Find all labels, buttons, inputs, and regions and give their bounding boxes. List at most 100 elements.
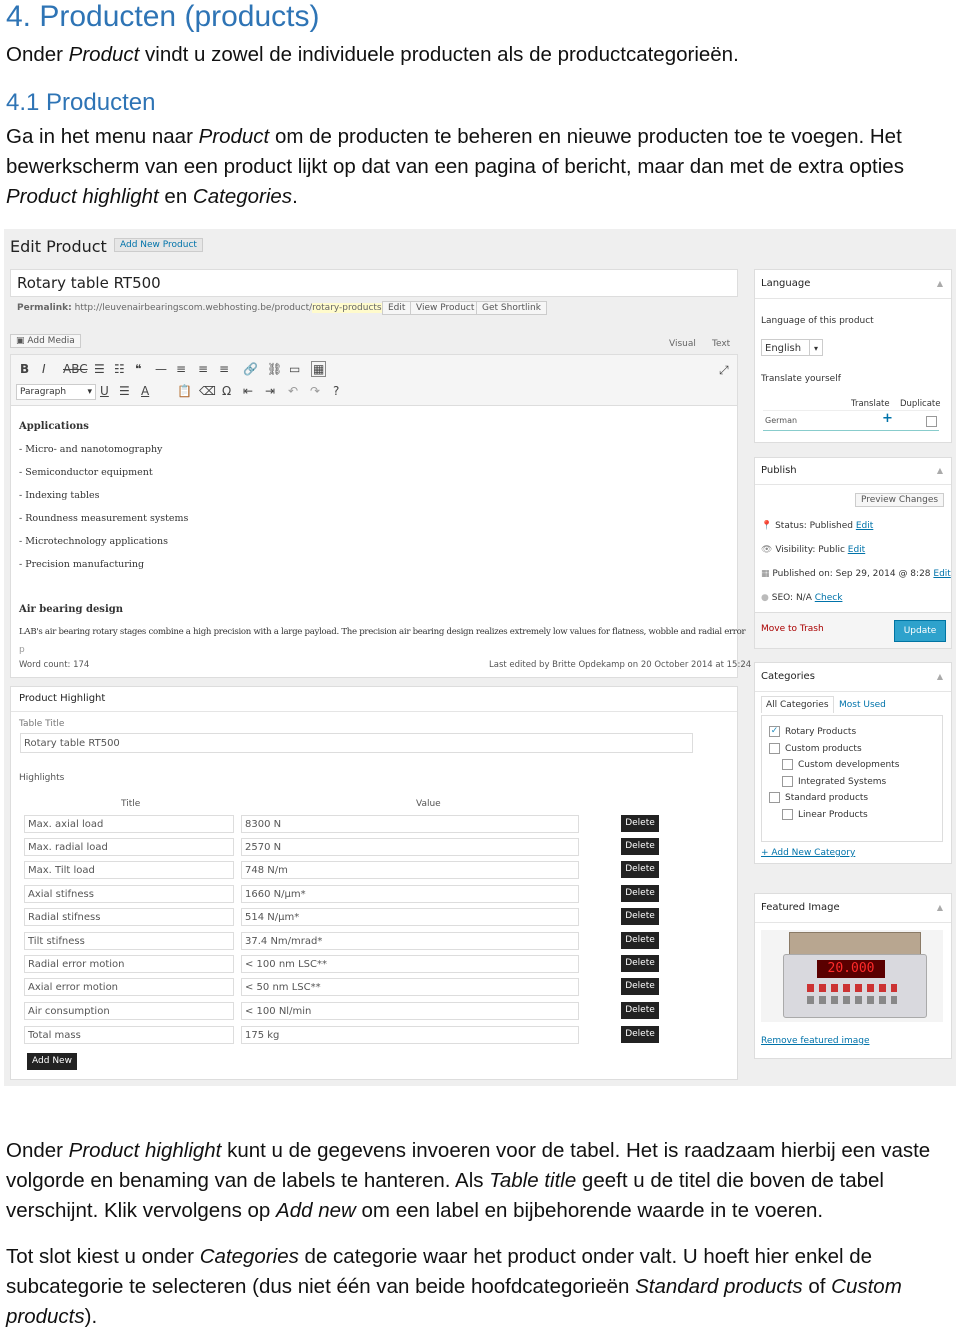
- highlight-value-input[interactable]: 8300 N: [241, 815, 579, 833]
- highlight-title-input[interactable]: Axial stifness: [24, 885, 234, 903]
- checkbox-icon[interactable]: [782, 776, 793, 787]
- undo-icon[interactable]: ↶: [288, 384, 298, 398]
- link-icon[interactable]: 🔗: [243, 362, 258, 376]
- highlight-value-input[interactable]: 2570 N: [241, 838, 579, 856]
- format-select[interactable]: Paragraph ▾: [16, 384, 96, 400]
- seo-check-link[interactable]: Check: [815, 593, 843, 603]
- delete-button[interactable]: Delete: [621, 908, 659, 925]
- checkbox-icon[interactable]: [769, 743, 780, 754]
- delete-button[interactable]: Delete: [621, 1002, 659, 1019]
- update-button[interactable]: Update: [894, 620, 946, 642]
- permalink: Permalink: http://leuvenairbearingscom.w…: [17, 303, 394, 313]
- justify-icon[interactable]: ☰: [119, 384, 130, 398]
- permalink-edit-button[interactable]: Edit: [382, 301, 412, 315]
- highlight-title-input[interactable]: Radial error motion: [24, 955, 234, 973]
- collapse-arrow-icon[interactable]: ▲: [937, 903, 943, 912]
- indent-icon[interactable]: ⇥: [265, 384, 275, 398]
- highlight-value-input[interactable]: < 100 nm LSC**: [241, 955, 579, 973]
- status-edit-link[interactable]: Edit: [856, 521, 873, 531]
- highlight-value-input[interactable]: 748 N/m: [241, 861, 579, 879]
- highlight-value-input[interactable]: 514 N/µm*: [241, 908, 579, 926]
- add-new-highlight-button[interactable]: Add New: [27, 1053, 77, 1070]
- add-translation-icon[interactable]: +: [882, 411, 893, 426]
- italic-icon[interactable]: I: [42, 362, 46, 376]
- delete-button[interactable]: Delete: [621, 861, 659, 878]
- highlight-title-input[interactable]: Radial stifness: [24, 908, 234, 926]
- bullet-list-icon[interactable]: ☰: [94, 362, 105, 376]
- clear-formatting-icon[interactable]: ⌫: [199, 384, 216, 398]
- delete-button[interactable]: Delete: [621, 838, 659, 855]
- highlight-title-input[interactable]: Air consumption: [24, 1002, 234, 1020]
- checkbox-checked-icon[interactable]: ✓: [769, 726, 780, 737]
- underline-icon[interactable]: U: [100, 384, 109, 398]
- checkbox-icon[interactable]: [782, 759, 793, 770]
- add-new-category-link[interactable]: + Add New Category: [761, 848, 855, 858]
- tab-visual[interactable]: Visual: [669, 339, 696, 349]
- align-center-icon[interactable]: ≡: [198, 362, 208, 376]
- tab-text[interactable]: Text: [712, 339, 730, 349]
- tab-all-categories[interactable]: All Categories: [761, 696, 834, 713]
- delete-button[interactable]: Delete: [621, 885, 659, 902]
- add-media-button[interactable]: ▣ Add Media: [10, 334, 81, 348]
- table-title-input[interactable]: Rotary table RT500: [20, 733, 693, 753]
- bold-icon[interactable]: B: [20, 362, 29, 376]
- category-item[interactable]: Custom products: [769, 743, 862, 754]
- paste-text-icon[interactable]: 📋: [177, 384, 192, 398]
- redo-icon[interactable]: ↷: [310, 384, 320, 398]
- toolbar-toggle-icon[interactable]: ▦: [311, 361, 327, 377]
- highlight-title-input[interactable]: Axial error motion: [24, 978, 234, 996]
- highlight-title-input[interactable]: Max. Tilt load: [24, 861, 234, 879]
- highlight-value-input[interactable]: < 100 Nl/min: [241, 1002, 579, 1020]
- highlight-title-input[interactable]: Total mass: [24, 1026, 234, 1044]
- highlight-title-input[interactable]: Max. axial load: [24, 815, 234, 833]
- highlight-title-input[interactable]: Tilt stifness: [24, 932, 234, 950]
- category-item[interactable]: ✓ Rotary Products: [769, 726, 856, 737]
- checkbox-icon[interactable]: [769, 792, 780, 803]
- special-character-icon[interactable]: Ω: [222, 384, 231, 398]
- add-new-product-button[interactable]: Add New Product: [114, 238, 203, 252]
- align-right-icon[interactable]: ≡: [219, 362, 229, 376]
- featured-image[interactable]: 20.000: [761, 930, 943, 1022]
- delete-button[interactable]: Delete: [621, 932, 659, 949]
- highlight-value-input[interactable]: 1660 N/µm*: [241, 885, 579, 903]
- remove-featured-image-link[interactable]: Remove featured image: [761, 1036, 869, 1046]
- post-title-input[interactable]: Rotary table RT500: [10, 269, 738, 297]
- visibility-edit-link[interactable]: Edit: [848, 545, 865, 555]
- preview-changes-button[interactable]: Preview Changes: [855, 493, 945, 507]
- category-item[interactable]: Integrated Systems: [782, 776, 886, 787]
- highlight-title-input[interactable]: Max. radial load: [24, 838, 234, 856]
- content-editor[interactable]: B I ABC ☰ ☷ ❝ — ≡ ≡ ≡ 🔗 ⛓ ▭ ▦ ⤢ Paragrap…: [10, 354, 751, 678]
- category-item[interactable]: Linear Products: [782, 809, 868, 820]
- help-icon[interactable]: ?: [333, 384, 339, 398]
- read-more-icon[interactable]: ▭: [289, 362, 300, 376]
- delete-button[interactable]: Delete: [621, 955, 659, 972]
- view-product-button[interactable]: View Product: [410, 301, 481, 315]
- tab-most-used[interactable]: Most Used: [839, 700, 886, 710]
- published-edit-link[interactable]: Edit: [933, 569, 950, 579]
- duplicate-checkbox[interactable]: [926, 416, 937, 427]
- category-item[interactable]: Standard products: [769, 792, 868, 803]
- category-item[interactable]: Custom developments: [782, 759, 899, 770]
- highlight-value-input[interactable]: 37.4 Nm/mrad*: [241, 932, 579, 950]
- delete-button[interactable]: Delete: [621, 815, 659, 832]
- language-select[interactable]: English ▾: [761, 339, 823, 356]
- checkbox-icon[interactable]: [782, 809, 793, 820]
- numbered-list-icon[interactable]: ☷: [114, 362, 125, 376]
- fullscreen-icon[interactable]: ⤢: [719, 363, 729, 378]
- collapse-arrow-icon[interactable]: ▲: [937, 672, 943, 681]
- move-to-trash-link[interactable]: Move to Trash: [761, 624, 824, 634]
- delete-button[interactable]: Delete: [621, 1026, 659, 1043]
- highlight-value-input[interactable]: 175 kg: [241, 1026, 579, 1044]
- collapse-arrow-icon[interactable]: ▲: [937, 466, 943, 475]
- unlink-icon[interactable]: ⛓: [267, 362, 282, 376]
- text-color-icon[interactable]: A: [141, 384, 149, 398]
- collapse-arrow-icon[interactable]: ▲: [937, 279, 943, 288]
- horizontal-line-icon[interactable]: —: [155, 362, 167, 376]
- get-shortlink-button[interactable]: Get Shortlink: [476, 301, 547, 315]
- blockquote-icon[interactable]: ❝: [135, 362, 141, 376]
- strikethrough-icon[interactable]: ABC: [63, 362, 88, 376]
- align-left-icon[interactable]: ≡: [176, 362, 186, 376]
- outdent-icon[interactable]: ⇤: [243, 384, 253, 398]
- delete-button[interactable]: Delete: [621, 978, 659, 995]
- highlight-value-input[interactable]: < 50 nm LSC**: [241, 978, 579, 996]
